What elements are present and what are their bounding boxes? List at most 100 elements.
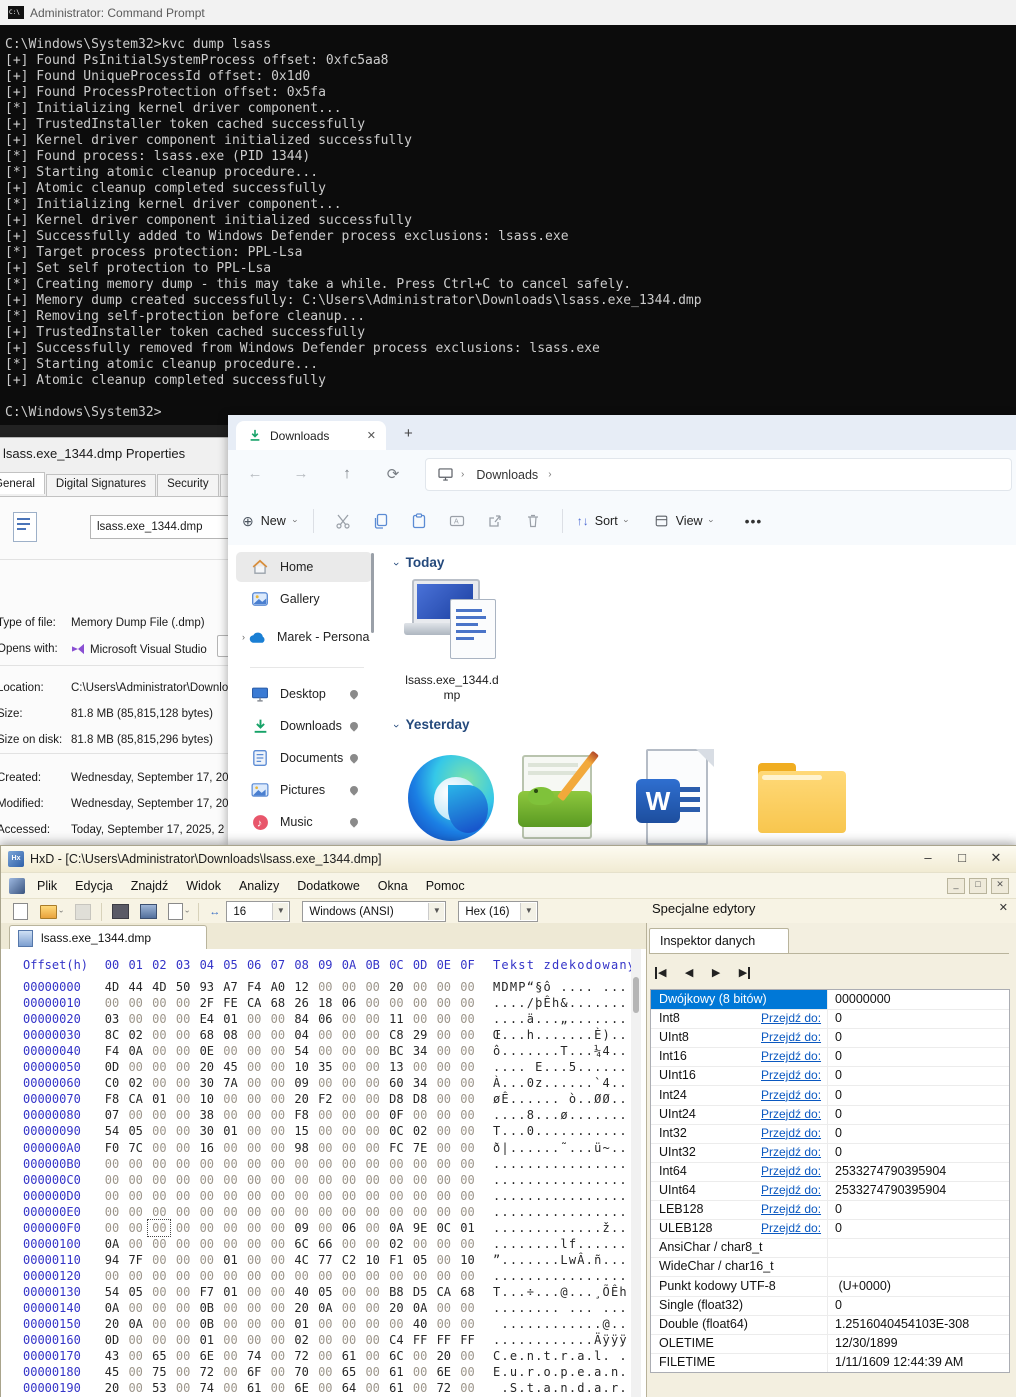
hex-byte[interactable]: 00 xyxy=(314,1316,336,1332)
hex-decoded-text[interactable]: À...0z......`4.. xyxy=(493,1075,628,1091)
hex-byte[interactable]: 00 xyxy=(243,1236,265,1252)
hex-byte[interactable]: 00 xyxy=(314,1204,336,1220)
hex-scrollbar-thumb[interactable] xyxy=(633,977,639,1013)
inspector-value[interactable]: 12/30/1899 xyxy=(835,1336,898,1350)
hex-byte[interactable]: 00 xyxy=(172,1188,194,1204)
goto-link[interactable]: Przejdź do: xyxy=(761,1030,821,1044)
combo-dropdown-icon[interactable]: ▼ xyxy=(272,903,288,920)
hex-byte[interactable]: 00 xyxy=(125,1300,147,1316)
group-header-yesterday[interactable]: ›Yesterday xyxy=(394,717,469,732)
hex-byte[interactable]: A7 xyxy=(220,979,242,995)
hex-byte[interactable]: 00 xyxy=(433,1107,455,1123)
hex-byte[interactable]: 00 xyxy=(243,1123,265,1139)
hex-byte[interactable]: F7 xyxy=(196,1284,218,1300)
cut-button[interactable] xyxy=(324,513,362,529)
hex-byte[interactable]: 00 xyxy=(433,1043,455,1059)
hex-byte[interactable]: 00 xyxy=(457,1027,479,1043)
hex-byte[interactable]: 6E xyxy=(196,1348,218,1364)
hex-decoded-text[interactable]: T...0........... xyxy=(493,1123,628,1139)
hex-byte[interactable]: 38 xyxy=(196,1107,218,1123)
hex-byte[interactable]: 00 xyxy=(409,1268,431,1284)
hex-byte[interactable]: 00 xyxy=(362,1043,384,1059)
forward-icon[interactable]: → xyxy=(286,465,316,482)
hex-byte[interactable]: 00 xyxy=(148,1043,170,1059)
hex-byte[interactable]: 00 xyxy=(172,1204,194,1220)
hex-byte[interactable]: 6E xyxy=(433,1364,455,1380)
hex-byte[interactable]: 00 xyxy=(243,1332,265,1348)
hex-byte[interactable]: 00 xyxy=(362,1123,384,1139)
hex-byte[interactable]: C2 xyxy=(338,1252,360,1268)
hex-byte[interactable]: 20 xyxy=(291,1091,313,1107)
hex-byte[interactable]: 00 xyxy=(148,1220,170,1236)
hex-byte[interactable]: 00 xyxy=(101,1220,123,1236)
hex-byte[interactable]: 00 xyxy=(243,1011,265,1027)
file-label-dump[interactable]: lsass.exe_1344.d mp xyxy=(396,673,508,703)
hex-byte[interactable]: 00 xyxy=(220,1380,242,1396)
hex-byte[interactable]: 00 xyxy=(433,1091,455,1107)
hex-byte[interactable]: 01 xyxy=(220,1252,242,1268)
hex-byte[interactable]: 00 xyxy=(220,1204,242,1220)
address-bar[interactable]: › Downloads › xyxy=(425,458,1012,491)
hex-byte[interactable]: 00 xyxy=(243,1091,265,1107)
hex-byte[interactable]: 01 xyxy=(457,1220,479,1236)
hex-byte[interactable]: 0D xyxy=(101,1332,123,1348)
hex-byte[interactable]: 00 xyxy=(362,1156,384,1172)
hex-byte[interactable]: 45 xyxy=(220,1059,242,1075)
hex-byte[interactable]: 01 xyxy=(196,1332,218,1348)
hex-byte[interactable]: 01 xyxy=(148,1091,170,1107)
goto-link[interactable]: Przejdź do: xyxy=(761,1145,821,1159)
hex-byte[interactable]: 00 xyxy=(291,1156,313,1172)
hex-byte[interactable]: 00 xyxy=(172,1027,194,1043)
hex-byte[interactable]: 00 xyxy=(409,1059,431,1075)
hex-byte[interactable]: 00 xyxy=(409,1107,431,1123)
hex-byte[interactable]: 00 xyxy=(385,1268,407,1284)
inspector-value[interactable]: 1/11/1609 12:44:39 AM xyxy=(835,1355,963,1369)
hex-byte[interactable]: E4 xyxy=(196,1011,218,1027)
hex-byte[interactable]: 00 xyxy=(148,1027,170,1043)
hex-byte[interactable]: 02 xyxy=(291,1332,313,1348)
hex-byte[interactable]: F1 xyxy=(385,1252,407,1268)
hex-byte[interactable]: 00 xyxy=(148,1236,170,1252)
hex-byte[interactable]: 06 xyxy=(338,995,360,1011)
group-header-today[interactable]: ›Today xyxy=(394,555,444,570)
hex-byte[interactable]: 00 xyxy=(196,1236,218,1252)
hex-byte[interactable]: 00 xyxy=(220,1220,242,1236)
hex-byte[interactable]: 08 xyxy=(220,1027,242,1043)
hex-byte[interactable]: 30 xyxy=(196,1075,218,1091)
hex-byte[interactable]: 72 xyxy=(291,1348,313,1364)
hex-byte[interactable]: 00 xyxy=(172,1156,194,1172)
hex-byte[interactable]: 00 xyxy=(338,979,360,995)
hex-byte[interactable]: C0 xyxy=(101,1075,123,1091)
hex-byte[interactable]: 00 xyxy=(220,1236,242,1252)
sidebar-item-documents[interactable]: Documents xyxy=(236,743,372,773)
hex-byte[interactable]: 00 xyxy=(433,1123,455,1139)
sidebar-item-gallery[interactable]: Gallery xyxy=(236,584,372,614)
hex-byte[interactable]: 74 xyxy=(243,1348,265,1364)
hex-byte[interactable]: 00 xyxy=(385,1188,407,1204)
properties-tab-security[interactable]: Security xyxy=(157,474,219,496)
hex-byte[interactable]: 68 xyxy=(196,1027,218,1043)
hex-decoded-text[interactable]: ....8...ø....... xyxy=(493,1107,628,1123)
hex-byte[interactable]: 20 xyxy=(385,979,407,995)
hex-byte[interactable]: 00 xyxy=(267,1188,289,1204)
hex-decoded-text[interactable]: ð|......˜...ü~.. xyxy=(493,1140,628,1156)
breadcrumb-downloads[interactable]: Downloads xyxy=(476,468,538,482)
hex-byte[interactable]: D8 xyxy=(385,1091,407,1107)
hex-byte[interactable]: F4 xyxy=(243,979,265,995)
hex-byte[interactable]: 00 xyxy=(314,1140,336,1156)
hex-byte[interactable]: 00 xyxy=(457,1172,479,1188)
hex-byte[interactable]: 00 xyxy=(267,1156,289,1172)
hex-byte[interactable]: 00 xyxy=(220,1140,242,1156)
hex-byte[interactable]: 4D xyxy=(148,979,170,995)
hex-byte[interactable]: 00 xyxy=(267,1204,289,1220)
hex-byte[interactable]: 7C xyxy=(125,1140,147,1156)
hex-byte[interactable]: 0A xyxy=(125,1043,147,1059)
hex-byte[interactable]: 00 xyxy=(362,1204,384,1220)
hex-byte[interactable]: 0B xyxy=(196,1300,218,1316)
hex-byte[interactable]: FF xyxy=(409,1332,431,1348)
encoding-select[interactable]: Windows (ANSI)▼ xyxy=(302,901,446,922)
hex-byte[interactable]: 00 xyxy=(314,1188,336,1204)
sidebar-item-downloads[interactable]: Downloads xyxy=(236,711,372,741)
goto-link[interactable]: Przejdź do: xyxy=(761,1202,821,1216)
hex-decoded-text[interactable]: .... E...5...... xyxy=(493,1059,628,1075)
